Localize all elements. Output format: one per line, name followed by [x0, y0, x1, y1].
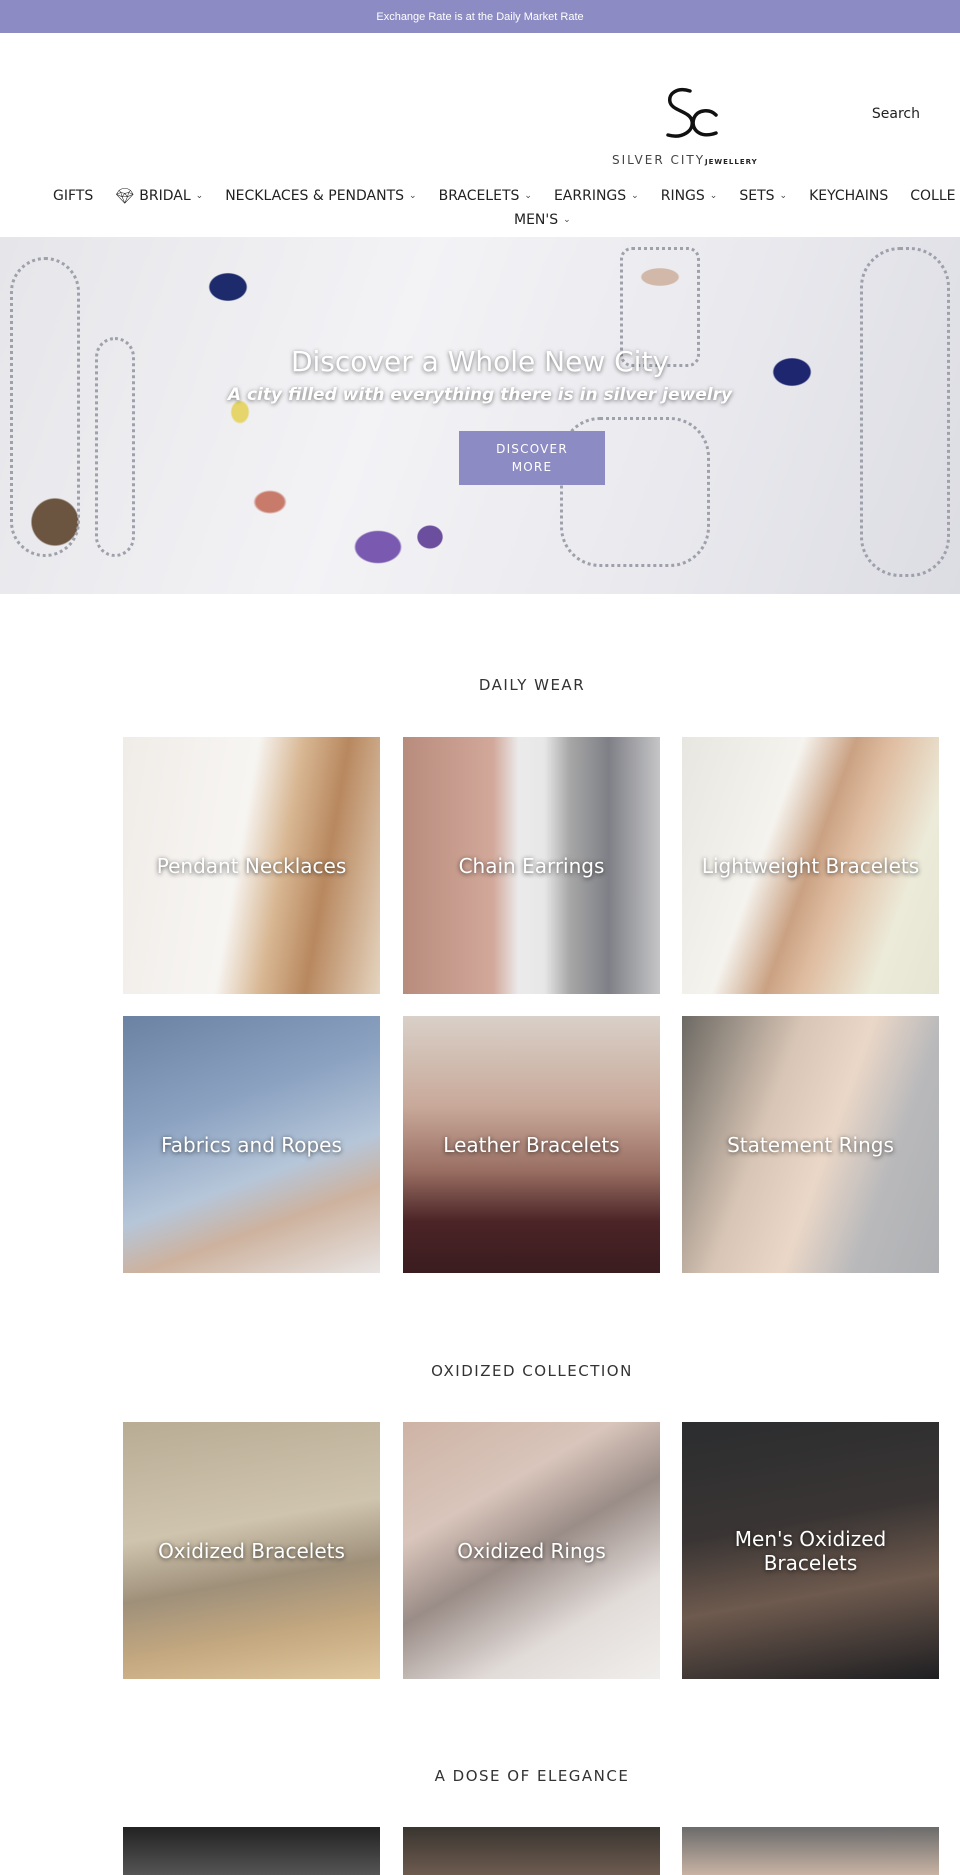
tile-label: Leather Bracelets: [443, 1132, 620, 1157]
chevron-down-icon: ⌄: [709, 191, 718, 201]
nav-item-necklaces-pendants[interactable]: NECKLACES & PENDANTS ⌄: [225, 187, 416, 205]
logo-brand-text: SILVER CITY: [612, 153, 706, 167]
chevron-down-icon: ⌄: [631, 191, 639, 201]
section-title-daily-wear: DAILY WEAR: [478, 676, 586, 694]
tile-label: Pendant Necklaces: [156, 853, 347, 878]
category-tile-oxidized-bracelets[interactable]: Oxidized Bracelets: [123, 1422, 380, 1679]
nav-label: BRACELETS: [438, 188, 520, 204]
category-tile-lightweight-bracelets[interactable]: Lightweight Bracelets: [682, 737, 939, 994]
nav-label: COLLE: [910, 188, 956, 204]
nav-item-earrings[interactable]: EARRINGS ⌄: [554, 187, 639, 205]
tile-label: Oxidized Bracelets: [158, 1538, 345, 1563]
tile-label: Oxidized Rings: [457, 1538, 606, 1563]
nav-item-rings[interactable]: RINGS ⌄: [661, 187, 718, 205]
category-tile-leather-bracelets[interactable]: Leather Bracelets: [403, 1016, 660, 1273]
button-line: DISCOVER: [496, 442, 568, 456]
nav-item-bracelets[interactable]: BRACELETS ⌄: [439, 187, 532, 205]
nav-item-collections[interactable]: COLLE: [910, 187, 955, 205]
search-link[interactable]: Search: [872, 106, 920, 122]
nav-label: RINGS: [660, 188, 705, 204]
logo-sub-text: JEWELLERY: [705, 158, 758, 166]
nav-label: SETS: [739, 188, 775, 204]
category-tile-oxidized-rings[interactable]: Oxidized Rings: [403, 1422, 660, 1679]
nav-item-gifts[interactable]: GIFTS: [53, 187, 93, 205]
chevron-down-icon: ⌄: [524, 191, 532, 201]
nav-item-sets[interactable]: SETS ⌄: [739, 187, 787, 205]
nav-label: BRIDAL: [139, 188, 191, 204]
nav-item-keychains[interactable]: KEYCHAINS: [809, 187, 888, 205]
chevron-down-icon: ⌄: [195, 191, 204, 201]
nav-item-bridal[interactable]: 💎︎ BRIDAL ⌄: [115, 187, 203, 205]
site-header: SILVER CITYJEWELLERY Search GIFTS 💎︎ BRID…: [0, 33, 960, 237]
discover-more-button[interactable]: DISCOVER MORE: [459, 431, 605, 485]
hero-banner: Discover a Whole New City A city filled …: [0, 237, 960, 594]
diamond-icon: 💎︎: [115, 187, 135, 205]
section-title-elegance: A DOSE OF ELEGANCE: [434, 1767, 630, 1785]
logo-wordmark: SILVER CITYJEWELLERY: [612, 153, 758, 167]
button-line: MORE: [511, 460, 553, 474]
tile-label: Chain Earrings: [458, 853, 605, 878]
chevron-down-icon: ⌄: [779, 191, 788, 201]
logo-monogram-icon: [666, 88, 718, 138]
main-nav: GIFTS 💎︎ BRIDAL ⌄ NECKLACES & PENDANTS ⌄ BR…: [0, 187, 960, 237]
category-tile-chain-earrings[interactable]: Chain Earrings: [403, 737, 660, 994]
tile-label: Lightweight Bracelets: [701, 853, 920, 878]
category-tile-statement-rings[interactable]: Statement Rings: [682, 1016, 939, 1273]
nav-label: MEN'S: [514, 212, 559, 228]
nav-label: GIFTS: [53, 188, 94, 204]
section-title-oxidized: OXIDIZED COLLECTION: [431, 1362, 633, 1380]
tile-label: Men's Oxidized Bracelets: [734, 1526, 887, 1575]
tile-label: Fabrics and Ropes: [161, 1132, 342, 1157]
hero-title: Discover a Whole New City: [290, 345, 670, 378]
announcement-text: Exchange Rate is at the Daily Market Rat…: [376, 10, 584, 23]
category-tile-elegance-1[interactable]: [123, 1827, 380, 1875]
logo[interactable]: SILVER CITYJEWELLERY: [610, 85, 780, 169]
nav-label: NECKLACES & PENDANTS: [225, 188, 405, 204]
category-tile-elegance-3[interactable]: [682, 1827, 939, 1875]
chevron-down-icon: ⌄: [563, 215, 571, 225]
nav-item-mens[interactable]: MEN'S ⌄: [514, 212, 571, 228]
chevron-down-icon: ⌄: [409, 191, 417, 201]
category-tile-fabrics-ropes[interactable]: Fabrics and Ropes: [123, 1016, 380, 1273]
category-tile-mens-oxidized-bracelets[interactable]: Men's Oxidized Bracelets: [682, 1422, 939, 1679]
nav-label: EARRINGS: [553, 188, 627, 204]
nav-label: KEYCHAINS: [809, 188, 889, 204]
hero-subtitle: A city filled with everything there is i…: [227, 385, 733, 405]
category-tile-elegance-2[interactable]: [403, 1827, 660, 1875]
category-tile-pendant-necklaces[interactable]: Pendant Necklaces: [123, 737, 380, 994]
tile-label: Statement Rings: [727, 1132, 894, 1157]
announcement-bar: Exchange Rate is at the Daily Market Rat…: [0, 0, 960, 33]
